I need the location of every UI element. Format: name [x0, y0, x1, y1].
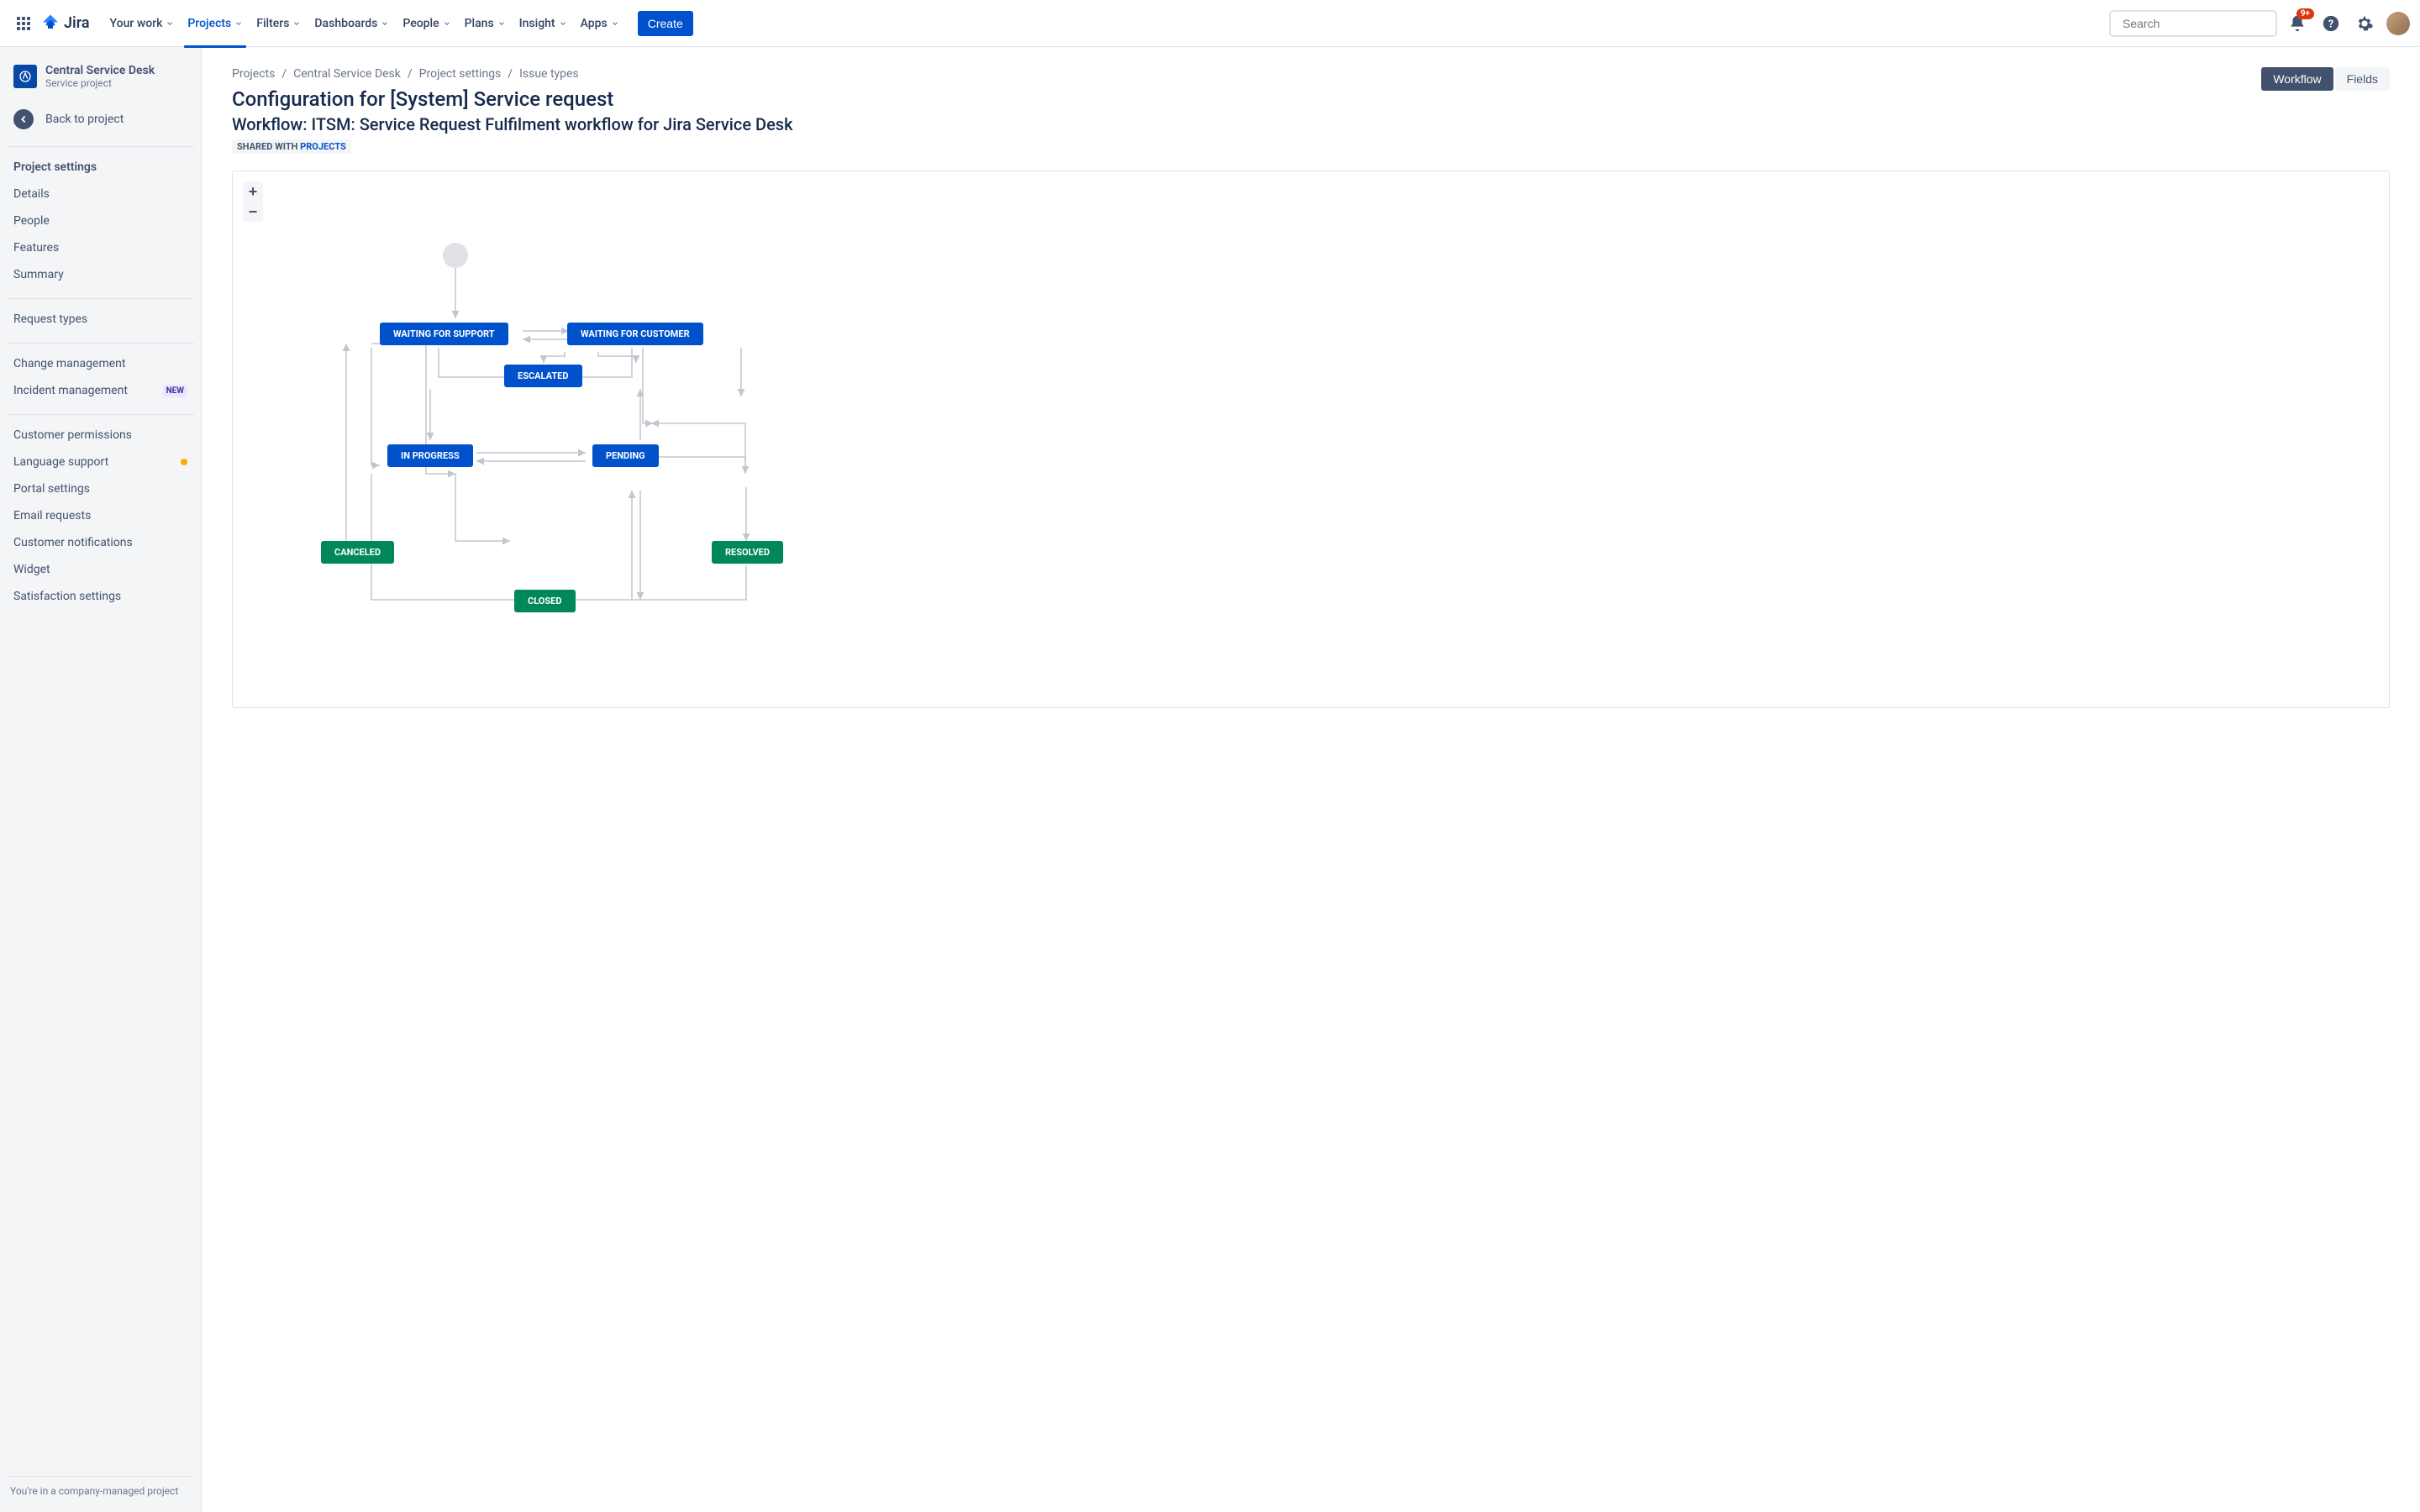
- nav-item-insight[interactable]: Insight: [513, 12, 574, 35]
- sidebar-item-widget[interactable]: Widget: [7, 556, 194, 583]
- tab-workflow[interactable]: Workflow: [2261, 67, 2333, 91]
- search-input[interactable]: [2123, 17, 2275, 30]
- chevron-down-icon: [443, 19, 451, 28]
- sidebar-item-email-requests[interactable]: Email requests: [7, 502, 194, 529]
- project-icon: [13, 65, 37, 88]
- node-canceled[interactable]: CANCELED: [321, 541, 394, 564]
- nav-item-projects[interactable]: Projects: [181, 12, 250, 35]
- svg-text:?: ?: [2328, 18, 2333, 30]
- node-escalated[interactable]: ESCALATED: [504, 365, 582, 387]
- node-closed[interactable]: CLOSED: [514, 590, 576, 612]
- chevron-down-icon: [497, 19, 506, 28]
- sidebar-item-details[interactable]: Details: [7, 181, 194, 207]
- shared-with-lozenge: SHARED WITH PROJECTS: [232, 139, 351, 154]
- sidebar-item-incident-management[interactable]: Incident managementNEW: [7, 377, 194, 404]
- sidebar-item-language-support[interactable]: Language support: [7, 449, 194, 475]
- notification-badge: 9+: [2296, 8, 2314, 19]
- chevron-down-icon: [234, 19, 243, 28]
- nav-item-plans[interactable]: Plans: [458, 12, 513, 35]
- jira-logo-text: Jira: [64, 14, 90, 32]
- sidebar-item-request-types[interactable]: Request types: [7, 306, 194, 333]
- project-subtitle: Service project: [45, 77, 155, 89]
- sidebar-item-portal-settings[interactable]: Portal settings: [7, 475, 194, 502]
- nav-item-dashboards[interactable]: Dashboards: [308, 12, 396, 35]
- node-in-progress[interactable]: IN PROGRESS: [387, 444, 473, 467]
- sidebar-item-features[interactable]: Features: [7, 234, 194, 261]
- workflow-title: Workflow: ITSM: Service Request Fulfilme…: [232, 114, 793, 134]
- node-waiting-for-customer[interactable]: WAITING FOR CUSTOMER: [567, 323, 703, 345]
- jira-logo[interactable]: Jira: [40, 13, 90, 34]
- view-tabs: Workflow Fields: [2261, 67, 2390, 91]
- chevron-down-icon: [166, 19, 174, 28]
- create-button[interactable]: Create: [638, 11, 693, 36]
- node-pending[interactable]: PENDING: [592, 444, 659, 467]
- shared-projects-link[interactable]: PROJECTS: [300, 141, 346, 152]
- notifications-icon[interactable]: 9+: [2284, 10, 2311, 37]
- zoom-in-button[interactable]: +: [243, 181, 263, 202]
- breadcrumb-item[interactable]: Project settings: [419, 67, 502, 81]
- settings-icon[interactable]: [2351, 10, 2378, 37]
- chevron-down-icon: [559, 19, 567, 28]
- sidebar-footer: You're in a company-managed project: [7, 1476, 194, 1505]
- nav-item-people[interactable]: People: [396, 12, 457, 35]
- page-title: Configuration for [System] Service reque…: [232, 87, 793, 111]
- node-waiting-for-support[interactable]: WAITING FOR SUPPORT: [380, 323, 508, 345]
- user-avatar[interactable]: [2386, 12, 2410, 35]
- breadcrumb-item[interactable]: Projects: [232, 67, 275, 81]
- sidebar-item-customer-permissions[interactable]: Customer permissions: [7, 422, 194, 449]
- main-content: Projects/Central Service Desk/Project se…: [202, 47, 2420, 1512]
- sidebar: Central Service Desk Service project Bac…: [0, 47, 202, 1512]
- node-resolved[interactable]: RESOLVED: [712, 541, 783, 564]
- chevron-down-icon: [611, 19, 619, 28]
- project-header: Central Service Desk Service project: [7, 64, 194, 102]
- sidebar-item-people[interactable]: People: [7, 207, 194, 234]
- project-name: Central Service Desk: [45, 64, 155, 77]
- tab-fields[interactable]: Fields: [2335, 67, 2390, 91]
- workflow-start-node: [443, 243, 468, 268]
- zoom-controls: + −: [243, 181, 263, 222]
- breadcrumb: Projects/Central Service Desk/Project se…: [232, 67, 793, 81]
- chevron-down-icon: [381, 19, 389, 28]
- nav-item-filters[interactable]: Filters: [250, 12, 308, 35]
- sidebar-item-satisfaction-settings[interactable]: Satisfaction settings: [7, 583, 194, 610]
- jira-mark-icon: [40, 13, 60, 34]
- breadcrumb-item[interactable]: Issue types: [519, 67, 579, 81]
- sidebar-item-summary[interactable]: Summary: [7, 261, 194, 288]
- app-switcher-icon[interactable]: [10, 10, 37, 37]
- workflow-edges: [233, 171, 2389, 707]
- sidebar-item-customer-notifications[interactable]: Customer notifications: [7, 529, 194, 556]
- back-arrow-icon: [13, 109, 34, 129]
- new-badge: NEW: [163, 385, 187, 397]
- breadcrumb-item[interactable]: Central Service Desk: [293, 67, 401, 81]
- search-input-wrapper[interactable]: [2109, 10, 2277, 37]
- sidebar-item-change-management[interactable]: Change management: [7, 350, 194, 377]
- back-to-project-link[interactable]: Back to project: [7, 102, 194, 136]
- top-navigation: Jira Your workProjectsFiltersDashboardsP…: [0, 0, 2420, 47]
- nav-item-apps[interactable]: Apps: [574, 12, 626, 35]
- status-dot-icon: [181, 459, 187, 465]
- chevron-down-icon: [292, 19, 301, 28]
- nav-item-your-work[interactable]: Your work: [103, 12, 182, 35]
- help-icon[interactable]: ?: [2317, 10, 2344, 37]
- zoom-out-button[interactable]: −: [243, 202, 263, 222]
- sidebar-heading: Project settings: [7, 154, 194, 181]
- workflow-diagram: + −: [232, 171, 2390, 708]
